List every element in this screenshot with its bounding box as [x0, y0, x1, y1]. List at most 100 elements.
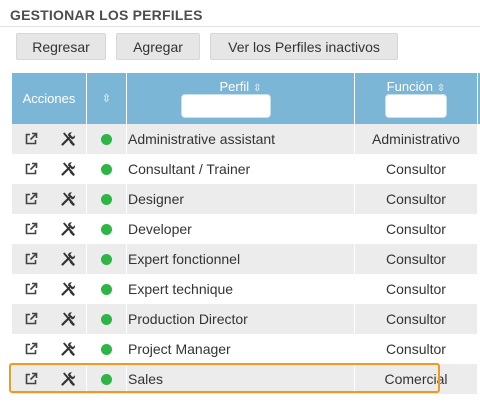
column-header-function[interactable]: Función ⇳: [355, 73, 478, 124]
table-row[interactable]: Consultant / Trainer Consultor: [12, 154, 480, 184]
profile-cell: Project Manager: [127, 334, 355, 364]
external-link-icon[interactable]: [24, 162, 38, 176]
function-cell: Consultor: [355, 154, 478, 184]
tools-icon[interactable]: [60, 131, 76, 147]
function-cell: Administrativo: [355, 124, 478, 154]
status-dot-icon: [101, 163, 112, 175]
tools-icon[interactable]: [60, 161, 76, 177]
function-header-label[interactable]: Función: [387, 79, 433, 94]
status-dot-icon: [101, 343, 112, 355]
table-row[interactable]: Administrative assistant Administrativo: [12, 124, 480, 154]
edit-action[interactable]: [50, 214, 87, 244]
view-inactive-profiles-button[interactable]: Ver los Perfiles inactivos: [210, 33, 398, 60]
function-name: Consultor: [386, 251, 446, 267]
open-action[interactable]: [12, 154, 50, 184]
sort-icon[interactable]: ⇳: [102, 92, 111, 105]
profile-name: Administrative assistant: [128, 131, 276, 147]
status-dot-icon: [101, 373, 112, 385]
function-name: Consultor: [386, 221, 446, 237]
edit-action[interactable]: [50, 154, 87, 184]
table-row[interactable]: Expert technique Consultor: [12, 274, 480, 304]
back-button[interactable]: Regresar: [16, 33, 106, 60]
edit-action[interactable]: [50, 184, 87, 214]
profile-cell: Expert technique: [127, 274, 355, 304]
function-cell: Comercial: [355, 364, 478, 394]
tools-icon[interactable]: [60, 281, 76, 297]
profile-name: Consultant / Trainer: [128, 161, 251, 177]
tools-icon[interactable]: [60, 251, 76, 267]
open-action[interactable]: [12, 244, 50, 274]
profile-cell: Administrative assistant: [127, 124, 355, 154]
external-link-icon[interactable]: [24, 312, 38, 326]
status-cell: [87, 124, 127, 154]
table-row[interactable]: Expert fonctionnel Consultor: [12, 244, 480, 274]
profile-name: Expert technique: [128, 281, 234, 297]
open-action[interactable]: [12, 334, 50, 364]
profile-cell: Developer: [127, 214, 355, 244]
tools-icon[interactable]: [60, 221, 76, 237]
status-dot-icon: [101, 193, 112, 205]
edit-action[interactable]: [50, 124, 87, 154]
profile-cell: Production Director: [127, 304, 355, 334]
edit-action[interactable]: [50, 304, 87, 334]
external-link-icon[interactable]: [24, 192, 38, 206]
profile-name: Production Director: [128, 311, 248, 327]
tools-icon[interactable]: [60, 191, 76, 207]
profile-filter-input[interactable]: [181, 94, 271, 118]
status-cell: [87, 274, 127, 304]
open-action[interactable]: [12, 304, 50, 334]
status-cell: [87, 154, 127, 184]
function-name: Consultor: [386, 161, 446, 177]
tools-icon[interactable]: [60, 311, 76, 327]
tools-icon[interactable]: [60, 371, 76, 387]
external-link-icon[interactable]: [24, 132, 38, 146]
sort-icon[interactable]: ⇳: [437, 83, 445, 94]
status-dot-icon: [101, 253, 112, 265]
open-action[interactable]: [12, 364, 50, 394]
profile-name: Sales: [128, 371, 164, 387]
table-header: Acciones ⇳ Perfil ⇳ Función ⇳: [12, 73, 480, 124]
table-row[interactable]: Production Director Consultor: [12, 304, 480, 334]
status-dot-icon: [101, 133, 112, 145]
profile-header-sort[interactable]: Perfil ⇳: [127, 79, 354, 94]
table-body: Administrative assistant Administrativo: [12, 124, 480, 394]
function-cell: Consultor: [355, 244, 478, 274]
profile-cell: Expert fonctionnel: [127, 244, 355, 274]
tools-icon[interactable]: [60, 341, 76, 357]
edit-action[interactable]: [50, 334, 87, 364]
table-row[interactable]: Designer Consultor: [12, 184, 480, 214]
status-cell: [87, 184, 127, 214]
column-header-profile[interactable]: Perfil ⇳: [127, 73, 355, 124]
status-dot-icon: [101, 313, 112, 325]
profile-name: Developer: [128, 221, 192, 237]
open-action[interactable]: [12, 274, 50, 304]
status-cell: [87, 334, 127, 364]
open-action[interactable]: [12, 214, 50, 244]
add-button[interactable]: Agregar: [116, 33, 200, 60]
profile-cell: Designer: [127, 184, 355, 214]
sort-icon[interactable]: ⇳: [253, 83, 261, 94]
profiles-table: Acciones ⇳ Perfil ⇳ Función ⇳ Administra…: [12, 73, 480, 394]
external-link-icon[interactable]: [24, 252, 38, 266]
external-link-icon[interactable]: [24, 282, 38, 296]
function-name: Comercial: [384, 371, 448, 387]
table-row[interactable]: Project Manager Consultor: [12, 334, 480, 364]
edit-action[interactable]: [50, 364, 87, 394]
column-header-status[interactable]: ⇳: [87, 73, 127, 124]
function-filter-input[interactable]: [385, 94, 447, 118]
table-row[interactable]: Developer Consultor: [12, 214, 480, 244]
profile-cell: Sales: [127, 364, 355, 394]
profile-header-label[interactable]: Perfil: [219, 79, 249, 94]
status-cell: [87, 304, 127, 334]
profile-name: Designer: [128, 191, 185, 207]
external-link-icon[interactable]: [24, 372, 38, 386]
edit-action[interactable]: [50, 274, 87, 304]
profile-name: Project Manager: [128, 341, 231, 357]
table-row[interactable]: Sales Comercial: [12, 364, 480, 394]
open-action[interactable]: [12, 184, 50, 214]
open-action[interactable]: [12, 124, 50, 154]
function-header-sort[interactable]: Función ⇳: [355, 79, 477, 94]
external-link-icon[interactable]: [24, 222, 38, 236]
edit-action[interactable]: [50, 244, 87, 274]
external-link-icon[interactable]: [24, 342, 38, 356]
